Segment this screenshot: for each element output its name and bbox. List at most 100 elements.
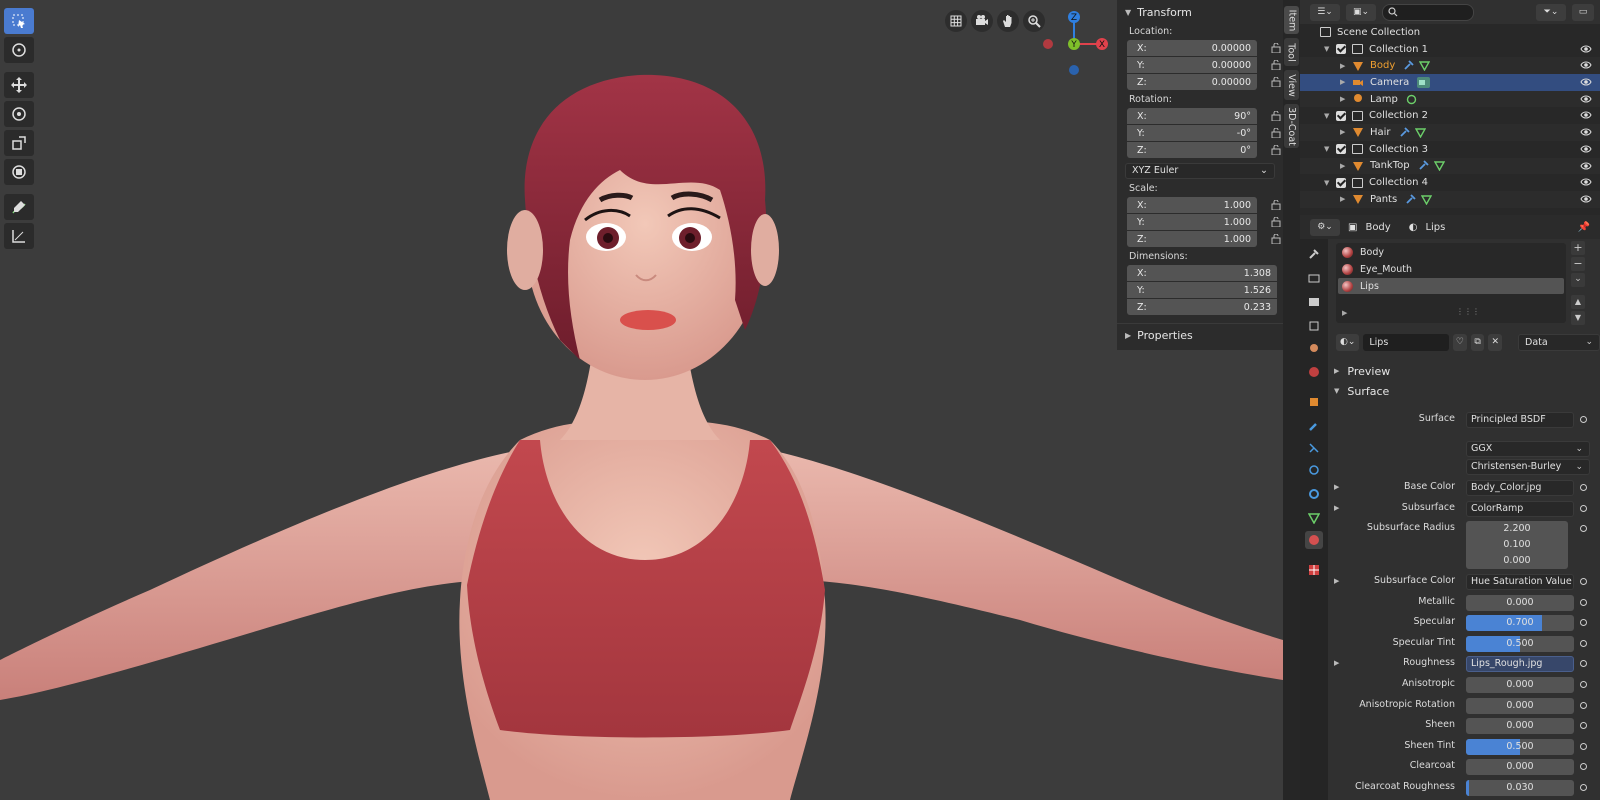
preview-panel-header[interactable]: ▶ Preview xyxy=(1328,361,1600,381)
scale-icon[interactable] xyxy=(4,130,34,156)
dimensions-y-field[interactable]: Y: 1.526 xyxy=(1127,282,1277,298)
outliner-row-lamp[interactable]: ▶ Lamp xyxy=(1300,90,1600,108)
object-properties-icon[interactable] xyxy=(1305,393,1323,411)
exclude-checkbox[interactable] xyxy=(1336,110,1346,121)
transform-icon[interactable] xyxy=(4,159,34,185)
lock-icon[interactable] xyxy=(1271,128,1281,138)
outliner-row-body[interactable]: ▶ Body xyxy=(1300,57,1600,75)
slot-specials-button[interactable]: ⌄ xyxy=(1571,273,1585,287)
material-properties-icon[interactable] xyxy=(1305,531,1323,549)
subsurface-input-link[interactable]: ColorRamp xyxy=(1466,501,1574,517)
socket-icon[interactable] xyxy=(1580,599,1587,606)
breadcrumb-material[interactable]: Lips xyxy=(1425,222,1445,233)
row-2-dropdown[interactable]: Christensen-Burley ⌄ xyxy=(1466,459,1590,475)
rotate-icon[interactable] xyxy=(4,101,34,127)
view-layer-icon[interactable] xyxy=(1305,317,1323,335)
expand-triangle-icon[interactable]: ▶ xyxy=(1334,577,1339,585)
outliner-row-collection-2[interactable]: ▼ Collection 2 xyxy=(1300,107,1600,124)
scene-collection-row[interactable]: Scene Collection xyxy=(1300,24,1600,41)
navigation-gizmo[interactable]: Z X Y xyxy=(1040,8,1110,78)
camera-icon[interactable] xyxy=(971,10,993,32)
material-name-input[interactable]: Lips xyxy=(1363,333,1450,351)
select-box-icon[interactable] xyxy=(4,8,34,34)
row-1-dropdown[interactable]: GGX ⌄ xyxy=(1466,441,1590,457)
link-mode-dropdown[interactable]: Data ⌄ xyxy=(1518,333,1600,351)
subsurface-radius-field[interactable]: 0.100 xyxy=(1466,537,1568,553)
grid-icon[interactable] xyxy=(945,10,967,32)
particles-properties-icon[interactable] xyxy=(1305,439,1323,457)
anisotropic-slider[interactable]: 0.000 xyxy=(1466,677,1574,693)
constraints-properties-icon[interactable] xyxy=(1305,485,1323,503)
properties-editor-type-button[interactable]: ⚙⌄ xyxy=(1310,218,1340,236)
expand-triangle-icon[interactable]: ▶ xyxy=(1334,504,1339,512)
lock-icon[interactable] xyxy=(1271,234,1281,244)
expand-triangle-icon[interactable]: ▶ xyxy=(1340,162,1352,170)
editor-type-button[interactable]: ☰⌄ xyxy=(1310,3,1340,21)
socket-icon[interactable] xyxy=(1580,619,1587,626)
collapse-triangle-icon[interactable]: ▼ xyxy=(1324,45,1336,53)
specular-tint-slider[interactable]: 0.500 xyxy=(1466,636,1574,652)
outliner-row-tanktop[interactable]: ▶ TankTop xyxy=(1300,157,1600,175)
outliner-row-collection-3[interactable]: ▼ Collection 3 xyxy=(1300,141,1600,158)
tab-tool[interactable]: Tool xyxy=(1284,38,1299,66)
outliner-row-collection-4[interactable]: ▼ Collection 4 xyxy=(1300,174,1600,191)
expand-triangle-icon[interactable]: ▶ xyxy=(1340,95,1352,103)
outliner-row-camera[interactable]: ▶ Camera xyxy=(1300,74,1600,91)
lock-icon[interactable] xyxy=(1271,77,1281,87)
eye-icon[interactable] xyxy=(1580,77,1592,87)
base-color-input-link[interactable]: Body_Color.jpg xyxy=(1466,480,1574,496)
dimensions-x-field[interactable]: X: 1.308 xyxy=(1127,265,1277,281)
material-slot-eye-mouth[interactable]: Eye_Mouth xyxy=(1338,261,1564,277)
exclude-checkbox[interactable] xyxy=(1336,44,1346,55)
eye-icon[interactable] xyxy=(1580,177,1592,187)
specular-slider[interactable]: 0.700 xyxy=(1466,615,1574,631)
tab-3d-coat[interactable]: 3D-Coat xyxy=(1284,104,1299,148)
texture-properties-icon[interactable] xyxy=(1305,561,1323,579)
collapse-triangle-icon[interactable]: ▼ xyxy=(1324,145,1336,153)
rotation-mode-dropdown[interactable]: XYZ Euler ⌄ xyxy=(1125,163,1275,179)
subsurface-radius-field[interactable]: 2.200 xyxy=(1466,521,1568,537)
collapse-triangle-icon[interactable]: ▼ xyxy=(1324,179,1336,187)
transform-panel-header[interactable]: ▼ Transform xyxy=(1117,0,1283,24)
metallic-slider[interactable]: 0.000 xyxy=(1466,595,1574,611)
tab-view[interactable]: View xyxy=(1284,70,1299,100)
browse-material-button[interactable]: ◐⌄ xyxy=(1336,333,1360,351)
unlink-material-icon[interactable]: ✕ xyxy=(1488,333,1503,351)
duplicate-material-icon[interactable]: ⧉ xyxy=(1470,333,1485,351)
lock-icon[interactable] xyxy=(1271,60,1281,70)
measure-icon[interactable] xyxy=(4,223,34,249)
output-properties-icon[interactable] xyxy=(1305,293,1323,311)
breadcrumb-object[interactable]: Body xyxy=(1365,222,1390,233)
socket-icon[interactable] xyxy=(1580,702,1587,709)
location-y-field[interactable]: Y: 0.00000 xyxy=(1127,57,1281,73)
expand-triangle-icon[interactable]: ▶ xyxy=(1340,195,1352,203)
modifier-properties-icon[interactable] xyxy=(1305,417,1323,435)
expand-triangle-icon[interactable]: ▶ xyxy=(1340,62,1352,70)
sheen-tint-slider[interactable]: 0.500 xyxy=(1466,739,1574,755)
material-slot-body[interactable]: Body xyxy=(1338,244,1564,260)
eye-icon[interactable] xyxy=(1580,60,1592,70)
material-slot-lips[interactable]: Lips xyxy=(1338,278,1564,294)
socket-icon[interactable] xyxy=(1580,784,1587,791)
socket-icon[interactable] xyxy=(1580,484,1587,491)
roughness-input-link[interactable]: Lips_Rough.jpg xyxy=(1466,656,1574,672)
socket-icon[interactable] xyxy=(1580,763,1587,770)
surface-panel-header[interactable]: ▼ Surface xyxy=(1328,381,1600,401)
lock-icon[interactable] xyxy=(1271,145,1281,155)
data-properties-icon[interactable] xyxy=(1305,509,1323,527)
expand-triangle-icon[interactable]: ▶ xyxy=(1334,659,1339,667)
tool-properties-icon[interactable] xyxy=(1305,245,1323,263)
subsurface-color-input-link[interactable]: Hue Saturation Value xyxy=(1466,574,1574,590)
outliner-row-pants[interactable]: ▶ Pants xyxy=(1300,190,1600,208)
socket-icon[interactable] xyxy=(1580,578,1587,585)
socket-icon[interactable] xyxy=(1580,525,1587,532)
socket-icon[interactable] xyxy=(1580,505,1587,512)
socket-icon[interactable] xyxy=(1580,660,1587,667)
eye-icon[interactable] xyxy=(1580,110,1592,120)
scale-z-field[interactable]: Z: 1.000 xyxy=(1127,231,1281,247)
lock-icon[interactable] xyxy=(1271,111,1281,121)
collapse-triangle-icon[interactable]: ▼ xyxy=(1324,112,1336,120)
add-slot-button[interactable]: + xyxy=(1571,241,1585,255)
move-slot-down-button[interactable]: ▼ xyxy=(1571,311,1585,325)
socket-icon[interactable] xyxy=(1580,416,1587,423)
